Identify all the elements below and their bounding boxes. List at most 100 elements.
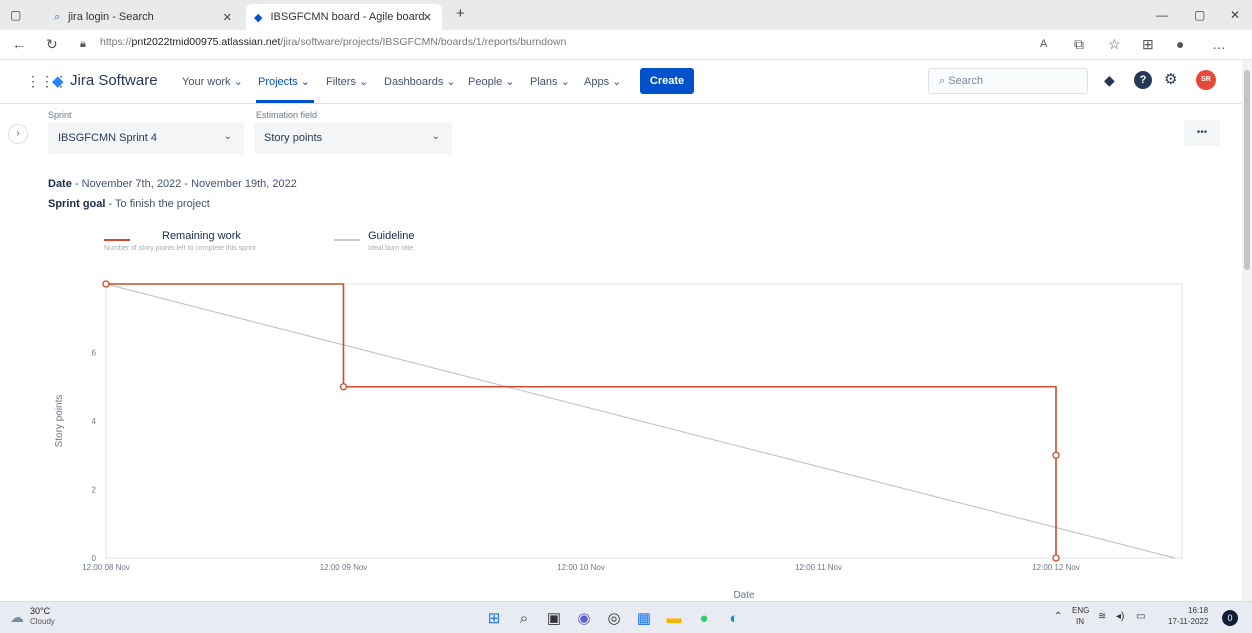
- cloud-icon: ☁: [10, 609, 24, 625]
- whatsapp-icon[interactable]: ●: [694, 608, 714, 628]
- close-icon[interactable]: ✕: [223, 11, 232, 24]
- remaining-work-point: [102, 280, 110, 288]
- avatar[interactable]: SR: [1196, 70, 1216, 90]
- sidebar-expand-button[interactable]: ›: [8, 124, 28, 144]
- nav-dashboards[interactable]: Dashboards ⌄: [384, 75, 456, 88]
- read-aloud-icon[interactable]: A: [1040, 38, 1047, 50]
- burndown-chart: 0 2 4 6 12:00 08 Nov 12:00 09 Nov 12:00 10 Nov…: [54, 280, 1183, 601]
- search-input[interactable]: ⌕ Search: [928, 68, 1088, 94]
- browser-tab-bar: ▢ ⌕ jira login - Search ✕ ◆ IBSGFCMN boa…: [0, 0, 1252, 30]
- x-tick-label: 12:00 10 Nov: [557, 563, 605, 572]
- windows-start-icon[interactable]: ⊞: [484, 608, 504, 628]
- legend-swatch: [104, 239, 130, 241]
- search-icon: ⌕: [54, 10, 61, 23]
- profile-icon[interactable]: ●: [1176, 36, 1184, 52]
- scrollbar-thumb[interactable]: [1244, 70, 1250, 270]
- back-icon[interactable]: ←: [12, 36, 26, 52]
- new-tab-button[interactable]: +: [456, 5, 465, 22]
- legend-remaining-work: Remaining work Number of story points le…: [104, 230, 256, 252]
- legend-sub: Ideal burn rate: [368, 245, 414, 252]
- nav-filters[interactable]: Filters ⌄: [326, 75, 368, 88]
- volume-icon[interactable]: ◂): [1116, 611, 1124, 622]
- task-view-icon[interactable]: ▣: [544, 608, 564, 628]
- battery-icon[interactable]: ▭: [1136, 611, 1145, 622]
- y-tick-label: 4: [92, 417, 97, 426]
- weather-desc[interactable]: Cloudy: [30, 617, 55, 626]
- lang-bottom[interactable]: IN: [1076, 617, 1084, 626]
- weather-temp[interactable]: 30°C: [30, 606, 50, 616]
- page-scrollbar[interactable]: [1242, 60, 1252, 601]
- x-tick-label: 12:00 12 Nov: [1032, 563, 1080, 572]
- favorites-icon[interactable]: ☆: [1108, 36, 1121, 53]
- dell-icon[interactable]: ◎: [604, 608, 624, 628]
- jira-logo-icon[interactable]: ◆: [52, 72, 64, 90]
- notifications-icon[interactable]: ◆: [1104, 72, 1115, 89]
- address-bar-row: ← ↻ 🔒︎ https://pnt2022tmid00975.atlassia…: [0, 30, 1252, 60]
- sprint-select[interactable]: IBSGFCMN Sprint 4 ⌄: [48, 122, 244, 154]
- legend-sub: Number of story points left to complete …: [104, 245, 256, 252]
- notification-count-icon[interactable]: 0: [1222, 610, 1238, 626]
- tab-label: jira login - Search: [68, 11, 154, 23]
- chat-icon[interactable]: ◉: [574, 608, 594, 628]
- clock-time[interactable]: 16:18: [1188, 606, 1208, 615]
- x-tick-label: 12:00 11 Nov: [795, 563, 842, 572]
- windows-taskbar: ☁ 30°C Cloudy ⊞ ⌕ ▣ ◉ ◎ ▦ ▬ ● ◐ ⌃ ENG IN…: [0, 601, 1252, 633]
- y-tick-label: 2: [92, 486, 97, 495]
- help-icon[interactable]: ?: [1134, 71, 1152, 89]
- store-icon[interactable]: ▦: [634, 608, 654, 628]
- folder-icon[interactable]: ▬: [664, 608, 684, 628]
- refresh-icon[interactable]: ↻: [46, 36, 58, 53]
- lang-top[interactable]: ENG: [1072, 606, 1089, 615]
- y-tick-label: 6: [92, 349, 97, 358]
- nav-projects[interactable]: Projects ⌄: [258, 75, 310, 88]
- settings-menu-icon[interactable]: …: [1212, 36, 1226, 52]
- chevron-down-icon: ⌄: [431, 131, 440, 142]
- estimation-label: Estimation field: [256, 110, 318, 120]
- x-tick-label: 12:00 08 Nov: [82, 563, 130, 572]
- wifi-icon[interactable]: ≋: [1098, 611, 1106, 622]
- chevron-down-icon: ⌄: [223, 131, 232, 142]
- legend-guideline: Guideline Ideal burn rate: [334, 230, 414, 252]
- sprint-goal: Sprint goal - To finish the project: [48, 198, 210, 210]
- x-axis-label: Date: [733, 590, 755, 601]
- more-actions-button[interactable]: •••: [1184, 120, 1220, 146]
- legend-label: Guideline: [368, 230, 415, 242]
- tab-label: IBSGFCMN board - Agile board: [270, 11, 425, 23]
- maximize-icon[interactable]: ▢: [1194, 8, 1205, 22]
- tab-jira-login-search[interactable]: ⌕ jira login - Search ✕: [46, 4, 242, 30]
- y-axis-label: Story points: [54, 395, 65, 448]
- nav-people[interactable]: People ⌄: [468, 75, 515, 88]
- close-icon[interactable]: ✕: [423, 11, 432, 24]
- estimation-select[interactable]: Story points ⌄: [254, 122, 452, 154]
- nav-apps[interactable]: Apps ⌄: [584, 75, 621, 88]
- gear-icon[interactable]: ⚙: [1164, 70, 1177, 88]
- chevron-up-icon[interactable]: ⌃: [1054, 611, 1062, 622]
- clock-date[interactable]: 17-11-2022: [1168, 617, 1208, 626]
- nav-plans[interactable]: Plans ⌄: [530, 75, 570, 88]
- collections-icon[interactable]: ⊞: [1142, 36, 1154, 53]
- active-nav-indicator: [256, 100, 314, 103]
- nav-your-work[interactable]: Your work ⌄: [182, 75, 243, 88]
- tab-actions-icon[interactable]: ▢: [10, 8, 21, 22]
- window-close-icon[interactable]: ✕: [1230, 8, 1240, 22]
- x-tick-label: 12:00 09 Nov: [320, 563, 368, 572]
- create-button[interactable]: Create: [640, 68, 694, 94]
- jira-top-nav: ⋮⋮⋮ ◆ Jira Software Your work ⌄ Projects…: [0, 60, 1242, 104]
- edge-icon[interactable]: ◐: [724, 608, 744, 628]
- legend-swatch: [334, 239, 360, 241]
- lock-icon[interactable]: 🔒︎: [80, 38, 86, 51]
- remaining-work-series-line: [106, 283, 1057, 558]
- legend-label: Remaining work: [162, 230, 241, 242]
- remaining-work-point: [339, 383, 348, 391]
- guideline-series-line: [105, 283, 1175, 559]
- search-icon: ⌕: [939, 75, 946, 87]
- url-field[interactable]: https://pnt2022tmid00975.atlassian.net/j…: [100, 36, 566, 48]
- product-name[interactable]: Jira Software: [70, 72, 158, 89]
- y-tick-label: 0: [92, 554, 97, 563]
- tab-agile-board[interactable]: ◆ IBSGFCMN board - Agile board ✕: [246, 4, 442, 30]
- remaining-work-point: [1052, 554, 1060, 562]
- extensions-icon[interactable]: ⧉: [1074, 36, 1084, 53]
- minimize-icon[interactable]: —: [1156, 8, 1168, 22]
- sprint-label: Sprint: [48, 110, 72, 120]
- search-icon[interactable]: ⌕: [514, 608, 534, 628]
